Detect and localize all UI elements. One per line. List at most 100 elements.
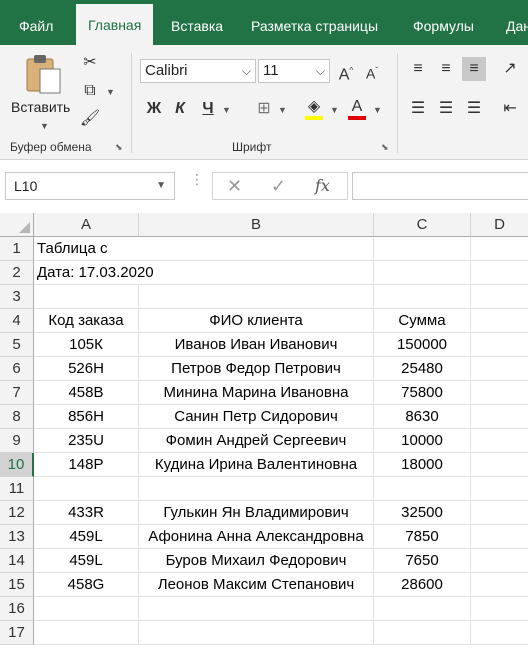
cell-c16[interactable]: [374, 597, 471, 621]
underline-button[interactable]: Ч: [196, 97, 220, 121]
row-header[interactable]: 17: [0, 621, 34, 645]
underline-chevron-down-icon[interactable]: ▼: [222, 105, 231, 115]
column-header-c[interactable]: C: [374, 213, 471, 237]
cell-c11[interactable]: [374, 477, 471, 501]
row-header[interactable]: 4: [0, 309, 34, 333]
cell-a13[interactable]: 459L: [34, 525, 139, 549]
formula-input[interactable]: [352, 172, 528, 200]
cell-a11[interactable]: [34, 477, 139, 501]
fill-color-chevron-down-icon[interactable]: ▼: [330, 105, 339, 115]
orientation-icon[interactable]: ↗: [498, 57, 522, 81]
cell-b3[interactable]: [139, 285, 374, 309]
clipboard-launcher-icon[interactable]: ⬊: [115, 142, 125, 152]
cell-a4[interactable]: Код заказа: [34, 309, 139, 333]
tab-file[interactable]: Файл: [19, 0, 53, 45]
select-all-button[interactable]: [0, 213, 34, 237]
cell-a5[interactable]: 105К: [34, 333, 139, 357]
row-header[interactable]: 3: [0, 285, 34, 309]
cell-b1[interactable]: [139, 237, 374, 261]
align-center-icon[interactable]: ☰: [434, 97, 458, 121]
row-header[interactable]: 13: [0, 525, 34, 549]
cell-c15[interactable]: 28600: [374, 573, 471, 597]
cell-d10[interactable]: [471, 453, 528, 477]
cell-a17[interactable]: [34, 621, 139, 645]
cell-b16[interactable]: [139, 597, 374, 621]
column-header-a[interactable]: A: [34, 213, 139, 237]
align-middle-icon[interactable]: ≡: [434, 57, 458, 81]
align-right-icon[interactable]: ☰: [462, 97, 486, 121]
tab-formulas[interactable]: Формулы: [413, 0, 474, 45]
enter-icon[interactable]: ✓: [271, 173, 286, 199]
format-painter-icon[interactable]: 🖌: [78, 107, 102, 131]
decrease-font-size-icon[interactable]: Aˇ: [360, 59, 384, 83]
formula-bar-grip-icon[interactable]: ⋮: [190, 172, 204, 196]
cell-a12[interactable]: 433R: [34, 501, 139, 525]
cell-c14[interactable]: 7650: [374, 549, 471, 573]
cell-a15[interactable]: 458G: [34, 573, 139, 597]
font-size-combo[interactable]: 11 ⌵: [258, 59, 330, 83]
cancel-icon[interactable]: ✕: [227, 173, 242, 199]
cell-a9[interactable]: 235U: [34, 429, 139, 453]
row-header[interactable]: 2: [0, 261, 34, 285]
cell-d11[interactable]: [471, 477, 528, 501]
cell-b8[interactable]: Санин Петр Сидорович: [139, 405, 374, 429]
cell-c1[interactable]: [374, 237, 471, 261]
cell-c8[interactable]: 8630: [374, 405, 471, 429]
cell-c4[interactable]: Сумма: [374, 309, 471, 333]
borders-chevron-down-icon[interactable]: ▼: [278, 105, 287, 115]
cell-d17[interactable]: [471, 621, 528, 645]
cell-d2[interactable]: [471, 261, 528, 285]
cell-b14[interactable]: Буров Михаил Федорович: [139, 549, 374, 573]
insert-function-icon[interactable]: fx: [315, 173, 330, 199]
cell-d8[interactable]: [471, 405, 528, 429]
column-header-b[interactable]: B: [139, 213, 374, 237]
tab-insert[interactable]: Вставка: [171, 0, 223, 45]
paste-button[interactable]: Вставить ▼: [8, 51, 76, 133]
cell-d15[interactable]: [471, 573, 528, 597]
cell-c13[interactable]: 7850: [374, 525, 471, 549]
cell-a14[interactable]: 459L: [34, 549, 139, 573]
cell-c7[interactable]: 75800: [374, 381, 471, 405]
row-header[interactable]: 9: [0, 429, 34, 453]
tab-home[interactable]: Главная: [76, 4, 154, 45]
font-color-icon[interactable]: A: [345, 95, 369, 120]
cell-a1[interactable]: Таблица с: [34, 237, 139, 261]
cell-c12[interactable]: 32500: [374, 501, 471, 525]
font-color-chevron-down-icon[interactable]: ▼: [373, 105, 382, 115]
increase-font-size-icon[interactable]: A^: [334, 59, 358, 83]
cell-b12[interactable]: Гулькин Ян Владимирович: [139, 501, 374, 525]
row-header[interactable]: 16: [0, 597, 34, 621]
cell-d6[interactable]: [471, 357, 528, 381]
row-header[interactable]: 5: [0, 333, 34, 357]
cell-b15[interactable]: Леонов Максим Степанович: [139, 573, 374, 597]
row-header[interactable]: 8: [0, 405, 34, 429]
copy-chevron-down-icon[interactable]: ▼: [106, 87, 115, 97]
cell-d5[interactable]: [471, 333, 528, 357]
cell-b10[interactable]: Кудина Ирина Валентиновна: [139, 453, 374, 477]
cell-d16[interactable]: [471, 597, 528, 621]
row-header[interactable]: 6: [0, 357, 34, 381]
name-box-chevron-down-icon[interactable]: ▼: [156, 173, 166, 199]
cell-b17[interactable]: [139, 621, 374, 645]
tab-data[interactable]: Дан: [506, 0, 528, 45]
cell-d13[interactable]: [471, 525, 528, 549]
cell-c9[interactable]: 10000: [374, 429, 471, 453]
cell-b7[interactable]: Минина Марина Ивановна: [139, 381, 374, 405]
cell-c10[interactable]: 18000: [374, 453, 471, 477]
cell-b2[interactable]: [139, 261, 374, 285]
cell-b13[interactable]: Афонина Анна Александровна: [139, 525, 374, 549]
cell-d1[interactable]: [471, 237, 528, 261]
cell-b11[interactable]: [139, 477, 374, 501]
cell-a16[interactable]: [34, 597, 139, 621]
cell-d7[interactable]: [471, 381, 528, 405]
cell-c17[interactable]: [374, 621, 471, 645]
cell-a10[interactable]: 148Р: [34, 453, 139, 477]
row-header[interactable]: 12: [0, 501, 34, 525]
copy-icon[interactable]: ⧉: [78, 79, 102, 103]
cell-d4[interactable]: [471, 309, 528, 333]
cell-c6[interactable]: 25480: [374, 357, 471, 381]
bold-button[interactable]: Ж: [142, 97, 166, 121]
cell-d9[interactable]: [471, 429, 528, 453]
cell-a2[interactable]: Дата: 17.03.2020: [34, 261, 154, 285]
row-header[interactable]: 7: [0, 381, 34, 405]
